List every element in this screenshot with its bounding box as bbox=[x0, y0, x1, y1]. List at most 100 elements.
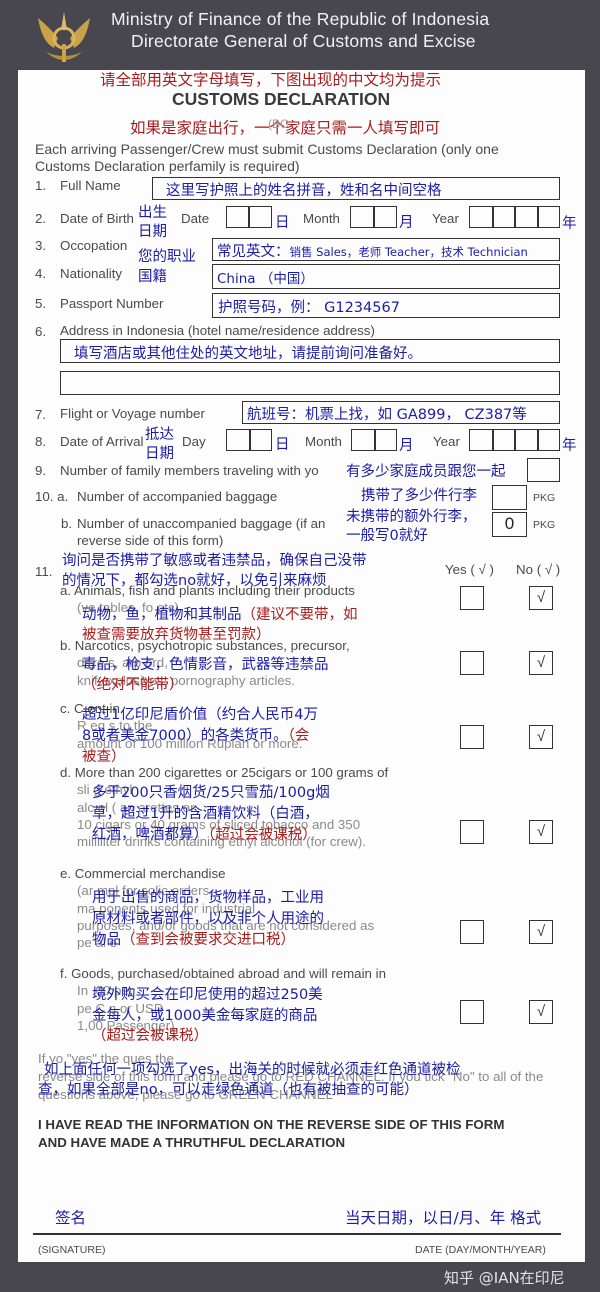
date-label: DATE (DAY/MONTH/YEAR) bbox=[415, 1244, 546, 1256]
q11-item-hint-line: 原材料或者部件，以及非个人用途的 bbox=[92, 907, 324, 928]
family-hint: 有多少家庭成员跟您一起 bbox=[346, 464, 506, 480]
note-fill-in-english: 请全部用英文字母填写，下图出现的中文均为提示 bbox=[100, 71, 442, 89]
cell-divider bbox=[492, 206, 494, 228]
q11-item-text: b. Narcotics, psychotropic substances, p… bbox=[60, 638, 350, 653]
q11-item-hint-line: 用于出售的商品，货物样品，工业用 bbox=[92, 886, 324, 907]
q11-item-hint-line: 8或者美金7000）的各类货币。（会 bbox=[82, 724, 309, 745]
watermark: 知乎 @IAN在印尼 bbox=[444, 1269, 565, 1287]
intro-line-2: Customs Declaration perfamily is require… bbox=[35, 158, 300, 174]
nationality-hint: 国籍 bbox=[138, 269, 167, 285]
q11-item-hint: 原材料或者部件，以及非个人用途的 bbox=[92, 911, 324, 927]
header-directorate: Directorate General of Customs and Excis… bbox=[131, 31, 476, 51]
yes-column-header: Yes ( √ ) bbox=[445, 562, 494, 577]
arrival-hint: 日期 bbox=[145, 446, 174, 462]
address-input-line-2[interactable] bbox=[60, 371, 560, 395]
q11-item-warning: （超过会被课税） bbox=[208, 827, 317, 843]
occupation-label: Occopation bbox=[60, 238, 128, 253]
q11-item-text: e. Commercial merchandise bbox=[60, 866, 226, 881]
q11-item-text: d. More than 200 cigarettes or 25cigars … bbox=[60, 765, 389, 780]
cell-divider bbox=[514, 429, 516, 451]
unacc-baggage-hint: 未携带的额外行李， bbox=[346, 509, 477, 525]
passport-value: 护照号码，例： G1234567 bbox=[218, 300, 400, 316]
field-number: 10. a. bbox=[35, 489, 69, 504]
q11-yes-checkbox[interactable] bbox=[460, 920, 484, 944]
q11-item-hint: 草，超过1升的含酒精饮料（白酒， bbox=[92, 806, 319, 822]
flight-label: Flight or Voyage number bbox=[60, 406, 205, 421]
q11-item-hint-line: 红酒，啤酒都算）（超过会被课税） bbox=[92, 823, 317, 844]
signature-line[interactable] bbox=[33, 1233, 561, 1235]
no-column-header: No ( √ ) bbox=[516, 562, 561, 577]
q11-no-checkbox[interactable]: √ bbox=[529, 651, 553, 675]
q11-item-hint: 8或者美金7000）的各类货币。 bbox=[82, 728, 288, 744]
q11-item-hint-line: 毒品，枪支，色情影音，武器等违禁品 bbox=[82, 653, 329, 674]
pkg-unit: PKG bbox=[533, 519, 556, 531]
q11-no-checkbox[interactable]: √ bbox=[529, 586, 553, 610]
q11-item-hint-line: 草，超过1升的含酒精饮料（白酒， bbox=[92, 802, 319, 823]
q11-item-hint-line: 超过1亿印尼盾价值（约合人民币4万 bbox=[82, 703, 318, 724]
q11-item-hint: 物品 bbox=[92, 932, 121, 948]
q11-no-checkbox[interactable]: √ bbox=[529, 725, 553, 749]
q11-item-hint: 境外购买会在印尼使用的超过250美 bbox=[92, 987, 323, 1003]
channel-hint: 如上面任何一项勾选了yes，出海关的时候就必须走红色通道被检 bbox=[44, 1062, 461, 1078]
field-number: 8. bbox=[35, 434, 47, 449]
note-family-a: 如果是家庭出行， bbox=[130, 119, 255, 137]
q11-item-hint: 金每人，或1000美金每家庭的商品 bbox=[92, 1008, 318, 1024]
q11-no-checkbox[interactable]: √ bbox=[529, 920, 553, 944]
occupation-value: 常见英文：销售 Sales，老师 Teacher，技术 Technician bbox=[217, 240, 528, 261]
q11-no-checkbox[interactable]: √ bbox=[529, 1000, 553, 1024]
arrival-month-label: Month bbox=[305, 434, 342, 449]
cell-divider bbox=[249, 429, 251, 451]
full-name-label: Full Name bbox=[60, 178, 121, 193]
year-cn: 年 bbox=[562, 438, 577, 454]
q11-item-warning: （建议不要带，如 bbox=[241, 607, 358, 623]
month-cn: 月 bbox=[399, 438, 414, 454]
cell-divider bbox=[537, 206, 539, 228]
arrival-year-label: Year bbox=[433, 434, 460, 449]
q11-yes-checkbox[interactable] bbox=[460, 651, 484, 675]
month-cn: 月 bbox=[399, 215, 414, 231]
unacc-baggage-label: Number of unaccompanied baggage (if an bbox=[77, 516, 326, 531]
q11-item-hint: 毒品，枪支，色情影音，武器等违禁品 bbox=[82, 657, 329, 673]
q11-item-hint: 动物，鱼，植物和其制品 bbox=[82, 607, 242, 623]
passport-label: Passport Number bbox=[60, 296, 164, 311]
field-number: 9. bbox=[35, 463, 47, 478]
q11-item-hint: 多于200只香烟货/25只雪茄/100g烟 bbox=[92, 785, 330, 801]
q11-item-hint-line: 动物，鱼，植物和其制品（建议不要带，如 bbox=[82, 603, 358, 624]
full-name-value: 这里写护照上的姓名拼音，姓和名中间空格 bbox=[166, 183, 442, 199]
occupation-hint: 您的职业 bbox=[138, 249, 196, 265]
arrival-label: Date of Arrival bbox=[60, 434, 144, 449]
q11-yes-checkbox[interactable] bbox=[460, 820, 484, 844]
acc-baggage-input[interactable] bbox=[492, 485, 527, 510]
q11-yes-checkbox[interactable] bbox=[460, 586, 484, 610]
flight-value: 航班号：机票上找，如 GA899， CZ387等 bbox=[247, 407, 527, 423]
q11-item-warning: （超过会被课税） bbox=[92, 1028, 208, 1044]
nationality-value: China （中国） bbox=[217, 271, 314, 287]
field-number: 5. bbox=[35, 296, 47, 311]
q11-item-hint-line: 物品（查到会被要求交进口税） bbox=[92, 928, 295, 949]
q11-item-warning: （会 bbox=[287, 728, 310, 744]
customs-emblem-icon bbox=[32, 8, 96, 66]
family-count-input[interactable] bbox=[527, 458, 560, 482]
note-family: 如果是家庭出行， (BC 一个家庭只需一人填写即可 bbox=[130, 116, 440, 138]
q11-yes-checkbox[interactable] bbox=[460, 725, 484, 749]
day-cn: 日 bbox=[275, 437, 290, 453]
dob-hint: 日期 bbox=[138, 224, 167, 240]
dob-month-label: Month bbox=[303, 211, 340, 226]
q11-item-warning: （绝对不能带） bbox=[82, 677, 184, 693]
header-ministry: Ministry of Finance of the Republic of I… bbox=[111, 9, 490, 29]
form-code: (BC bbox=[268, 117, 289, 131]
unacc-baggage-value: 0 bbox=[504, 514, 515, 533]
intro-line-1: Each arriving Passenger/Crew must submit… bbox=[35, 141, 499, 157]
field-number: 6. bbox=[35, 324, 47, 339]
q11-item-hint: 用于出售的商品，货物样品，工业用 bbox=[92, 890, 324, 906]
nationality-label: Nationality bbox=[60, 266, 123, 281]
arrival-hint: 抵达 bbox=[145, 427, 174, 443]
q11-no-checkbox[interactable]: √ bbox=[529, 820, 553, 844]
family-label: Number of family members traveling with … bbox=[60, 463, 319, 478]
q11-item-text: f. Goods, purchased/obtained abroad and … bbox=[60, 966, 386, 981]
channel-hint: 查，如果全部是no，可以走绿色通道（也有被抽查的可能） bbox=[38, 1082, 419, 1098]
q11-yes-checkbox[interactable] bbox=[460, 1000, 484, 1024]
cell-divider bbox=[248, 206, 250, 228]
unacc-baggage-input[interactable]: 0 bbox=[492, 512, 527, 537]
unacc-baggage-hint: 一般写0就好 bbox=[346, 528, 428, 544]
